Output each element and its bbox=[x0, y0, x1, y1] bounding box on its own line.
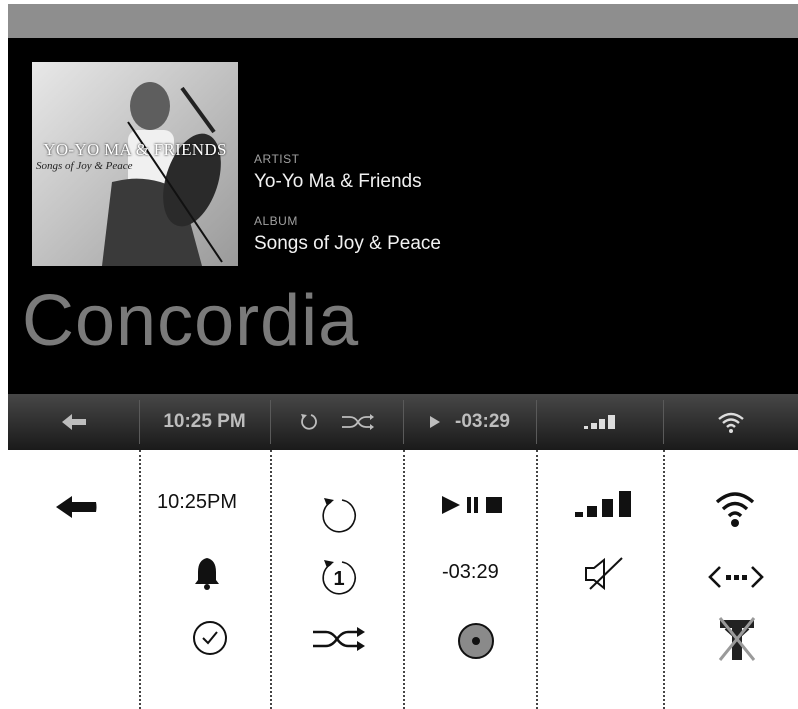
track-title: Concordia bbox=[22, 281, 360, 361]
shuffle-icon bbox=[313, 627, 365, 651]
album-art-title: YO-YO MA & FRIENDS bbox=[43, 140, 227, 159]
legend-disc-cell bbox=[457, 622, 495, 660]
artist-name: Yo-Yo Ma & Friends bbox=[254, 171, 422, 192]
shuffle-icon[interactable] bbox=[341, 413, 375, 431]
legend-clock-text: 10:25PM bbox=[157, 491, 238, 513]
no-antenna-icon bbox=[718, 617, 756, 661]
signal-bars-icon bbox=[583, 415, 615, 429]
signal-bars-icon bbox=[575, 491, 631, 517]
wifi-status bbox=[663, 394, 798, 450]
legend-repeat-cell bbox=[318, 494, 360, 536]
clock-icon bbox=[193, 621, 227, 655]
legend-back-icon-cell bbox=[54, 494, 98, 520]
repeat-shuffle-group[interactable] bbox=[270, 394, 403, 450]
album-name: Songs of Joy & Peace bbox=[254, 233, 441, 254]
back-button[interactable] bbox=[8, 394, 139, 450]
legend-time-remaining: -03:29 bbox=[442, 561, 499, 583]
artist-label: ARTIST bbox=[254, 152, 300, 166]
legend-alarm-cell bbox=[194, 556, 220, 590]
wifi-icon bbox=[717, 412, 744, 433]
legend-wifi-cell bbox=[714, 488, 756, 528]
status-time-remaining: -03:29 bbox=[455, 411, 510, 432]
play-icon[interactable] bbox=[429, 415, 441, 429]
status-clock: 10:25 PM bbox=[163, 411, 246, 432]
status-bar: 10:25 PM -03:29 bbox=[8, 394, 798, 450]
repeat-one-icon: 1 bbox=[322, 560, 356, 595]
legend-link-cell bbox=[708, 564, 764, 590]
icon-legend: 10:25PM 1 -03:29 bbox=[8, 450, 798, 709]
repeat-icon bbox=[322, 498, 356, 533]
legend-clock-cell bbox=[192, 620, 228, 656]
alarm-bell-icon bbox=[195, 558, 219, 590]
legend-mute-cell bbox=[582, 556, 628, 592]
legend-signal-cell bbox=[574, 490, 638, 518]
album-label: ALBUM bbox=[254, 214, 298, 228]
album-art[interactable]: YO-YO MA & FRIENDS Songs of Joy & Peace bbox=[32, 62, 238, 266]
device-frame-top bbox=[8, 4, 798, 38]
legend-no-antenna-cell bbox=[716, 616, 758, 662]
left-arrow-icon bbox=[61, 414, 86, 430]
legend-repeat-one-cell: 1 bbox=[318, 556, 360, 598]
now-playing-screen: YO-YO MA & FRIENDS Songs of Joy & Peace … bbox=[8, 38, 798, 394]
disc-icon bbox=[458, 623, 494, 659]
wifi-icon bbox=[715, 492, 755, 527]
link-icon bbox=[708, 566, 764, 588]
playback-status[interactable]: -03:29 bbox=[403, 394, 536, 450]
legend-play-pause-stop-cell bbox=[440, 494, 510, 516]
left-arrow-icon bbox=[56, 496, 97, 518]
legend-shuffle-cell bbox=[312, 626, 366, 652]
repeat-icon[interactable] bbox=[299, 412, 319, 432]
play-pause-stop-icon bbox=[442, 496, 502, 514]
svg-text:1: 1 bbox=[333, 568, 344, 590]
album-art-subtitle: Songs of Joy & Peace bbox=[36, 160, 133, 172]
mute-icon bbox=[585, 557, 623, 591]
signal-status bbox=[536, 394, 663, 450]
